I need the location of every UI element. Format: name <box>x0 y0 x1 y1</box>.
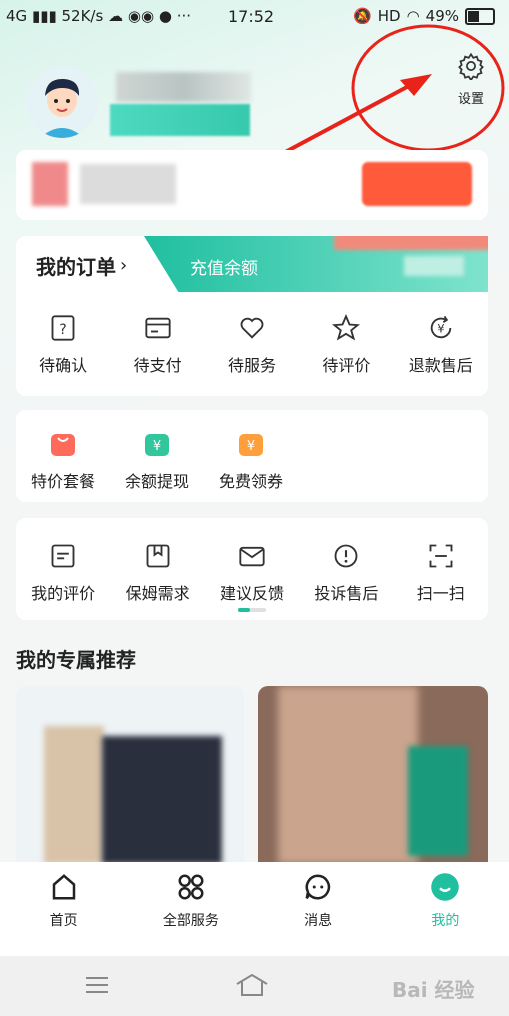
order-pending-review[interactable]: 待评价 <box>299 314 393 376</box>
tab-label: 我的 <box>431 913 460 929</box>
perks-card: 特价套餐 ¥ 余额提现 ¥ 免费领券 <box>16 410 488 502</box>
order-item-label: 退款售后 <box>408 356 473 375</box>
recharge-label: 充值余额 <box>190 259 258 279</box>
svg-text:?: ? <box>59 322 66 338</box>
orders-card: 我的订单 › 充值余额 ? 待确认 待支付 待服务 待评价 ¥ 退款售后 <box>16 236 488 396</box>
page-indicator <box>238 608 266 612</box>
me-icon <box>431 873 460 901</box>
card-icon <box>144 317 171 339</box>
tab-home[interactable]: 首页 <box>4 862 124 956</box>
order-item-label: 待支付 <box>133 356 182 375</box>
order-pending-service[interactable]: 待服务 <box>205 314 299 376</box>
tool-label: 建议反馈 <box>219 584 284 603</box>
chevron-right-icon[interactable]: › <box>120 255 127 276</box>
order-pending-confirm[interactable]: ? 待确认 <box>16 314 110 376</box>
svg-text:¥: ¥ <box>437 322 444 336</box>
membership-card[interactable] <box>16 150 488 220</box>
tab-messages[interactable]: 消息 <box>258 862 378 956</box>
alert-icon <box>334 544 358 568</box>
tool-label: 扫一扫 <box>416 584 465 603</box>
mail-icon <box>239 546 265 567</box>
bag-icon <box>51 434 75 456</box>
order-pending-pay[interactable]: 待支付 <box>111 314 205 376</box>
tool-my-review[interactable]: 我的评价 <box>16 542 110 604</box>
svg-text:¥: ¥ <box>153 439 161 454</box>
orders-title[interactable]: 我的订单 <box>36 251 116 280</box>
svg-text:¥: ¥ <box>247 439 255 454</box>
recommend-card-wardrobe[interactable] <box>258 686 488 864</box>
tab-label: 首页 <box>49 913 78 929</box>
order-item-label: 待确认 <box>39 356 88 375</box>
home-nav-icon[interactable] <box>234 972 270 998</box>
order-refund[interactable]: ¥ 退款售后 <box>394 314 488 376</box>
perk-label: 免费领券 <box>218 472 283 491</box>
balance-sub-blurred <box>404 256 464 276</box>
scan-icon <box>429 544 453 568</box>
perk-special-package[interactable]: 特价套餐 <box>16 430 110 492</box>
order-item-label: 待服务 <box>227 356 276 375</box>
message-icon <box>305 874 331 900</box>
tools-card: 我的评价 保姆需求 建议反馈 投诉售后 扫一扫 <box>16 518 488 620</box>
watermark-logo: Bai 经验 <box>392 978 475 1002</box>
heart-icon <box>240 317 264 339</box>
wardrobe-image-blurred <box>278 686 418 864</box>
wallet-icon: ¥ <box>145 434 169 456</box>
recharge-banner[interactable]: 充值余额 <box>144 236 488 292</box>
perk-label: 特价套餐 <box>30 472 95 491</box>
tab-all-services[interactable]: 全部服务 <box>131 862 251 956</box>
order-item-label: 待评价 <box>322 356 371 375</box>
grid-icon <box>178 874 204 900</box>
tool-nanny-demand[interactable]: 保姆需求 <box>111 542 205 604</box>
tab-label: 全部服务 <box>162 913 219 929</box>
question-icon: ? <box>51 315 75 341</box>
menu-icon[interactable] <box>84 974 110 996</box>
system-nav-bar: Bai 经验 <box>0 956 509 1016</box>
member-text-blurred <box>80 164 176 204</box>
tool-scan[interactable]: 扫一扫 <box>394 542 488 604</box>
member-icon-blurred <box>32 162 68 206</box>
refund-yen-icon: ¥ <box>430 315 452 339</box>
star-icon <box>332 314 361 341</box>
tool-label: 我的评价 <box>31 584 96 603</box>
tool-label: 投诉售后 <box>314 584 379 603</box>
bottom-tab-bar: 首页 全部服务 消息 我的 <box>0 862 509 956</box>
home-icon <box>52 874 75 900</box>
tool-complaint[interactable]: 投诉售后 <box>299 542 393 604</box>
perk-label: 余额提现 <box>124 472 189 491</box>
bookmark-icon <box>146 544 170 568</box>
perk-free-coupon[interactable]: ¥ 免费领券 <box>204 430 298 492</box>
recommend-card-clothes[interactable] <box>16 686 244 864</box>
clothes-image-blurred <box>44 726 104 864</box>
tab-me[interactable]: 我的 <box>385 862 505 956</box>
tool-label: 保姆需求 <box>125 584 190 603</box>
recommend-title: 我的专属推荐 <box>16 648 136 672</box>
member-action-blurred[interactable] <box>362 162 472 206</box>
comment-icon <box>51 544 75 568</box>
perk-balance-withdraw[interactable]: ¥ 余额提现 <box>110 430 204 492</box>
tool-feedback[interactable]: 建议反馈 <box>205 542 299 604</box>
coupon-icon: ¥ <box>239 434 263 456</box>
tab-label: 消息 <box>304 913 333 929</box>
